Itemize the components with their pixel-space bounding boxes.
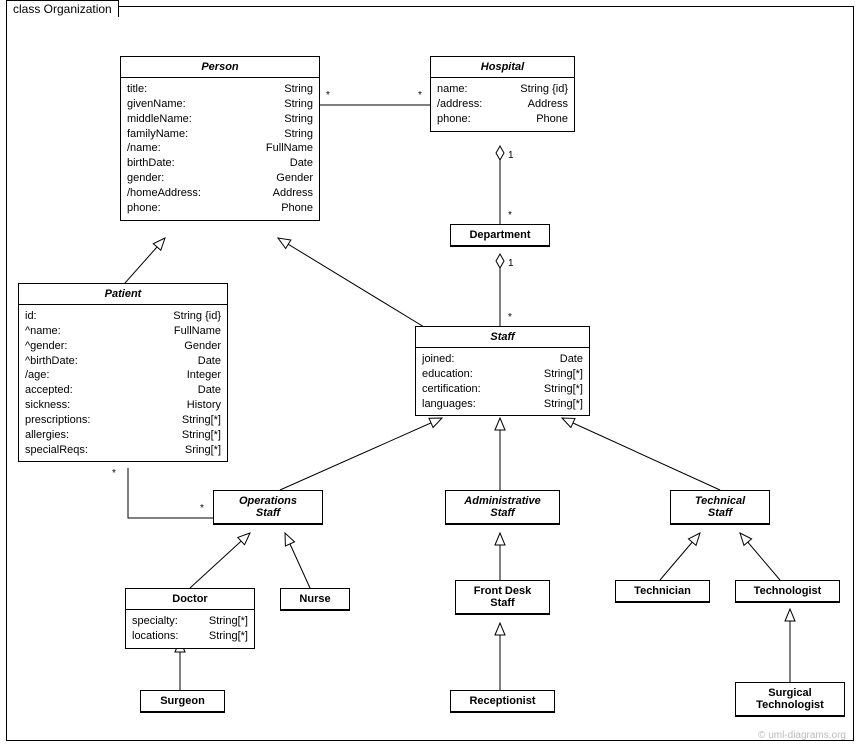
uml-canvas: class Organization — [0, 0, 860, 747]
class-technician: Technician — [615, 580, 710, 603]
class-title: OperationsStaff — [214, 491, 322, 524]
class-frontdesk-staff: Front DeskStaff — [455, 580, 550, 615]
class-title: Doctor — [126, 589, 254, 609]
class-title: Technician — [616, 581, 709, 602]
mult-person-hospital-left: * — [326, 90, 330, 101]
mult-dept-staff-bottom: * — [508, 312, 512, 323]
class-technologist: Technologist — [735, 580, 840, 603]
mult-person-hospital-right: * — [418, 90, 422, 101]
mult-patient-ops-left: * — [112, 468, 116, 479]
class-receptionist: Receptionist — [450, 690, 555, 713]
class-patient: Patient id:String {id} ^name:FullName ^g… — [18, 283, 228, 462]
class-attrs: id:String {id} ^name:FullName ^gender:Ge… — [19, 305, 227, 461]
class-surgical-technologist: SurgicalTechnologist — [735, 682, 845, 717]
mult-hospital-dept-top: 1 — [508, 150, 514, 161]
class-admin-staff: AdministrativeStaff — [445, 490, 560, 525]
class-doctor: Doctor specialty:String[*] locations:Str… — [125, 588, 255, 649]
class-title: Technologist — [736, 581, 839, 602]
class-title: Hospital — [431, 57, 574, 77]
class-surgeon: Surgeon — [140, 690, 225, 713]
class-person: Person title:String givenName:String mid… — [120, 56, 320, 221]
frame-label: class Organization — [6, 0, 119, 17]
class-attrs: name:String {id} /address:Address phone:… — [431, 78, 574, 131]
class-title: Department — [451, 225, 549, 246]
class-attrs: joined:Date education:String[*] certific… — [416, 348, 589, 415]
class-attrs: specialty:String[*] locations:String[*] — [126, 610, 254, 648]
class-hospital: Hospital name:String {id} /address:Addre… — [430, 56, 575, 132]
class-title: Patient — [19, 284, 227, 304]
class-title: Front DeskStaff — [456, 581, 549, 614]
class-operations-staff: OperationsStaff — [213, 490, 323, 525]
class-title: AdministrativeStaff — [446, 491, 559, 524]
class-title: Nurse — [281, 589, 349, 610]
class-attrs: title:String givenName:String middleName… — [121, 78, 319, 220]
class-title: TechnicalStaff — [671, 491, 769, 524]
class-nurse: Nurse — [280, 588, 350, 611]
mult-dept-staff-top: 1 — [508, 258, 514, 269]
mult-hospital-dept-bottom: * — [508, 210, 512, 221]
class-title: Person — [121, 57, 319, 77]
watermark: © uml-diagrams.org — [758, 730, 846, 741]
class-title: Receptionist — [451, 691, 554, 712]
mult-patient-ops-right: * — [200, 503, 204, 514]
class-technical-staff: TechnicalStaff — [670, 490, 770, 525]
class-title: SurgicalTechnologist — [736, 683, 844, 716]
class-title: Surgeon — [141, 691, 224, 712]
class-department: Department — [450, 224, 550, 247]
class-title: Staff — [416, 327, 589, 347]
class-staff: Staff joined:Date education:String[*] ce… — [415, 326, 590, 416]
